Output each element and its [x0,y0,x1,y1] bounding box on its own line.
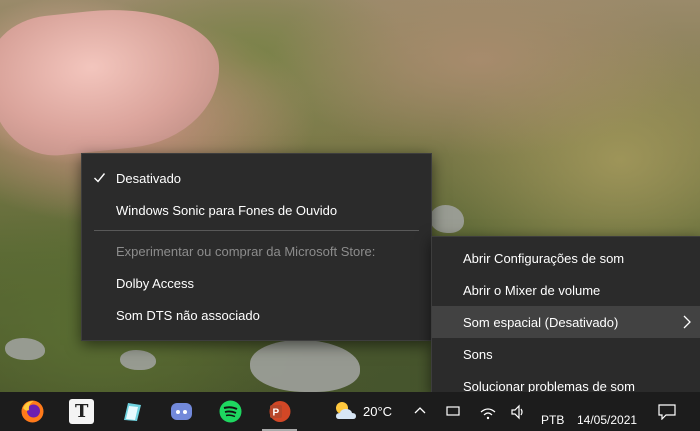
menu-item-spatial-sound[interactable]: Som espacial (Desativado) [432,306,700,338]
menu-item-open-sound-settings[interactable]: Abrir Configurações de som [432,242,700,274]
menu-item-volume-mixer[interactable]: Abrir o Mixer de volume [432,274,700,306]
discord-icon[interactable] [169,399,194,424]
powerpoint-icon[interactable]: P [267,399,292,424]
input-language[interactable]: PTB [541,413,564,427]
partly-cloudy-icon[interactable] [333,399,358,424]
menu-item-label: Desativado [116,170,182,186]
menu-item-label: Abrir Configurações de som [463,250,625,266]
menu-item-desativado[interactable]: Desativado [82,162,431,194]
typora-icon[interactable]: T [69,399,94,424]
taskbar: T P 20°C PTB 14/05/2021 [0,392,700,431]
wallpaper-lake [0,0,227,162]
firefox-icon[interactable] [20,399,45,424]
speaker-icon[interactable] [510,404,526,420]
checkmark-icon [94,173,106,183]
menu-item-label: Abrir o Mixer de volume [463,282,601,298]
menu-item-label: Som DTS não associado [116,307,260,323]
spotify-icon[interactable] [218,399,243,424]
menu-item-label: Windows Sonic para Fones de Ouvido [116,202,338,218]
notification-icon[interactable] [658,404,676,420]
svg-text:P: P [273,408,280,419]
menu-item-dts[interactable]: Som DTS não associado [82,299,431,331]
chevron-up-icon[interactable] [414,405,426,415]
wifi-icon[interactable] [480,406,496,420]
clock-date[interactable]: 14/05/2021 [577,413,637,427]
chevron-right-icon [683,315,691,329]
menu-item-windows-sonic[interactable]: Windows Sonic para Fones de Ouvido [82,194,431,226]
notepad-icon[interactable] [119,399,144,424]
battery-icon[interactable] [446,404,460,418]
weather-temperature[interactable]: 20°C [363,404,392,419]
store-hint: Experimentar ou comprar da Microsoft Sto… [82,235,431,267]
menu-separator [94,230,419,231]
store-hint-label: Experimentar ou comprar da Microsoft Sto… [116,243,376,259]
menu-item-label: Sons [463,346,493,362]
menu-item-label: Dolby Access [116,275,195,291]
typora-letter: T [75,401,89,422]
wallpaper-rock [5,338,45,360]
sound-context-menu: Abrir Configurações de som Abrir o Mixer… [431,236,700,394]
wallpaper-rock [120,350,156,370]
spatial-sound-menu: Desativado Windows Sonic para Fones de O… [81,153,432,341]
wallpaper-rock [430,205,464,233]
menu-item-sounds[interactable]: Sons [432,338,700,370]
menu-item-label: Som espacial (Desativado) [463,314,619,330]
wallpaper-rock [250,340,360,392]
menu-item-dolby-access[interactable]: Dolby Access [82,267,431,299]
